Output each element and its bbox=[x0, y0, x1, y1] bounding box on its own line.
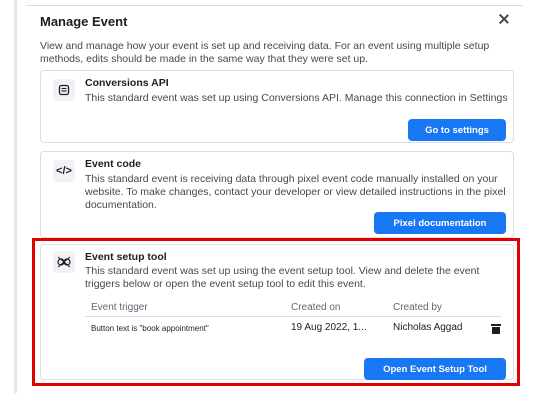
event-code-card: </> Event code This standard event is re… bbox=[40, 151, 514, 238]
page-background-strip bbox=[14, 0, 17, 393]
conversions-api-card: Conversions API This standard event was … bbox=[40, 70, 514, 143]
dialog-title: Manage Event bbox=[40, 14, 128, 29]
dialog-top-border bbox=[26, 5, 523, 6]
close-icon[interactable] bbox=[497, 13, 511, 27]
code-icon: </> bbox=[53, 160, 75, 182]
event-code-description: This standard event is receiving data th… bbox=[85, 173, 506, 211]
pixel-documentation-button[interactable]: Pixel documentation bbox=[374, 212, 506, 234]
event-code-title: Event code bbox=[85, 158, 142, 170]
conversions-api-icon bbox=[53, 79, 75, 101]
conversions-api-description: This standard event was set up using Con… bbox=[85, 92, 508, 104]
conversions-api-title: Conversions API bbox=[85, 77, 169, 89]
dialog-intro-text: View and manage how your event is set up… bbox=[40, 40, 490, 65]
highlight-box bbox=[32, 238, 520, 386]
go-to-settings-button[interactable]: Go to settings bbox=[408, 119, 506, 141]
